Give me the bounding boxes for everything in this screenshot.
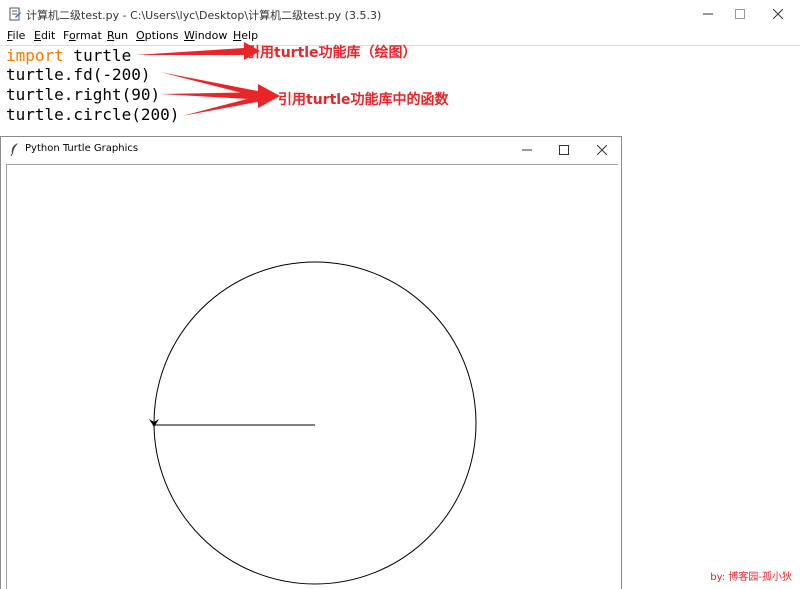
close-icon: [597, 145, 607, 155]
turtle-maximize-button[interactable]: [546, 137, 582, 163]
turtle-close-button[interactable]: [584, 137, 620, 163]
turtle-circle: [153, 261, 477, 585]
turtle-window-title: Python Turtle Graphics: [25, 143, 139, 154]
annotation-import: 引用turtle功能库（绘图）: [246, 45, 417, 61]
turtle-titlebar: Python Turtle Graphics: [1, 137, 621, 163]
minimize-icon: [522, 149, 532, 151]
turtle-minimize-button[interactable]: [509, 137, 545, 163]
maximize-icon: [559, 145, 569, 155]
annotation-functions: 引用turtle功能库中的函数: [278, 92, 449, 108]
screen: 计算机二级test.py - C:\Users\lyc\Desktop\计算机二…: [0, 0, 800, 589]
watermark: by: 博客园-孤小狄: [710, 572, 792, 583]
turtle-canvas[interactable]: [6, 164, 618, 589]
annotation-arrow-1: [135, 48, 244, 55]
turtle-window: Python Turtle Graphics: [0, 136, 622, 589]
feather-icon: [10, 143, 18, 156]
turtle-drawing: [149, 261, 477, 585]
